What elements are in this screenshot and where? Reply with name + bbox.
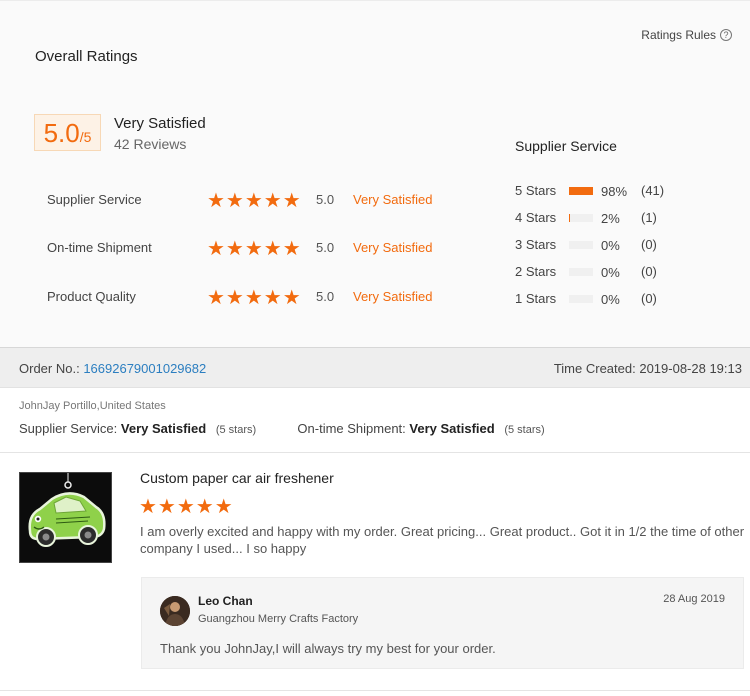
order-time-group: Time Created: 2019-08-28 19:13	[554, 361, 742, 376]
buyer-shipment-stars: (5 stars)	[504, 424, 545, 436]
distribution-count: (0)	[641, 237, 657, 252]
distribution-label: 5 Stars	[515, 183, 557, 198]
star-distribution-row: 4 Stars 2% (1)	[515, 210, 735, 228]
distribution-percent: 0%	[601, 292, 620, 307]
overall-score-box: 5.0 /5	[34, 114, 101, 151]
order-header-bar: Order No.: 16692679001029682 Time Create…	[0, 347, 750, 388]
distribution-percent: 0%	[601, 265, 620, 280]
divider	[0, 690, 750, 691]
time-created-value: 2019-08-28 19:13	[639, 361, 742, 376]
review-star-icon: ★★★★★	[139, 496, 234, 518]
star-rating-icon: ★★★★★	[207, 287, 302, 309]
order-number-group: Order No.: 16692679001029682	[19, 361, 206, 376]
rating-value: 5.0	[316, 192, 335, 207]
ratings-rules-link[interactable]: Ratings Rules ?	[641, 28, 732, 42]
star-distribution-row: 3 Stars 0% (0)	[515, 237, 735, 255]
reply-date: 28 Aug 2019	[663, 593, 725, 605]
car-air-freshener-image	[20, 473, 111, 562]
distribution-bar-fill	[569, 187, 593, 195]
rating-label: Supplier Service	[47, 192, 142, 207]
time-created-label: Time Created:	[553, 361, 636, 376]
avatar-photo-icon	[160, 596, 190, 626]
distribution-label: 4 Stars	[515, 210, 557, 225]
star-rating-icon: ★★★★★	[207, 190, 302, 212]
distribution-label: 3 Stars	[515, 237, 557, 252]
distribution-bar-track	[569, 268, 593, 276]
supplier-service-title: Supplier Service	[515, 138, 617, 154]
star-distribution-row: 2 Stars 0% (0)	[515, 264, 735, 282]
buyer-supplier-stars: (5 stars)	[215, 424, 257, 436]
rating-word: Very Satisfied	[353, 289, 433, 304]
overall-ratings-panel: Overall Ratings Ratings Rules ? 5.0 /5 V…	[0, 0, 750, 347]
ratings-rules-label: Ratings Rules	[641, 28, 716, 42]
divider	[0, 452, 750, 453]
overall-score-suffix: /5	[79, 129, 92, 145]
product-title[interactable]: Custom paper car air freshener	[140, 470, 334, 486]
order-number-label: Order No.:	[19, 361, 80, 376]
product-thumbnail[interactable]	[19, 472, 112, 563]
distribution-bar-track	[569, 241, 593, 249]
avatar	[160, 596, 190, 626]
distribution-percent: 0%	[601, 238, 620, 253]
rating-value: 5.0	[316, 289, 335, 304]
buyer-supplier-label: Supplier Service:	[19, 421, 118, 436]
distribution-count: (0)	[641, 264, 657, 279]
rating-value: 5.0	[316, 240, 335, 255]
reply-author-company: Guangzhou Merry Crafts Factory	[198, 613, 359, 625]
review-comment: I am overly excited and happy with my or…	[140, 524, 745, 556]
distribution-label: 1 Stars	[515, 291, 557, 306]
overall-ratings-title: Overall Ratings	[35, 48, 138, 65]
distribution-label: 2 Stars	[515, 264, 557, 279]
buyer-shipment-value: Very Satisfied	[409, 421, 495, 436]
rating-word: Very Satisfied	[353, 192, 433, 207]
distribution-bar-track	[569, 214, 593, 222]
distribution-count: (0)	[641, 291, 657, 306]
rating-label: Product Quality	[47, 289, 136, 304]
distribution-percent: 98%	[601, 184, 628, 199]
reply-text: Thank you JohnJay,I will always try my b…	[160, 641, 496, 656]
order-number-link[interactable]: 16692679001029682	[83, 361, 206, 376]
star-rating-icon: ★★★★★	[207, 238, 302, 260]
rating-row-supplier-service: Supplier Service ★★★★★ 5.0 Very Satisfie…	[47, 190, 467, 212]
distribution-bar-track	[569, 295, 593, 303]
buyer-supplier-value: Very Satisfied	[120, 421, 207, 436]
distribution-count: (41)	[641, 183, 665, 198]
distribution-bar-track	[569, 187, 593, 195]
distribution-count: (1)	[641, 210, 657, 225]
supplier-reply: Leo Chan Guangzhou Merry Crafts Factory …	[141, 577, 744, 669]
overall-satisfaction: Very Satisfied	[114, 115, 206, 132]
rating-row-on-time-shipment: On-time Shipment ★★★★★ 5.0 Very Satisfie…	[47, 238, 467, 260]
rating-label: On-time Shipment	[47, 240, 152, 255]
rating-word: Very Satisfied	[353, 240, 433, 255]
buyer-ratings-line: Supplier Service: Very Satisfied (5 star…	[19, 421, 545, 436]
buyer-shipment-label: On-time Shipment:	[297, 421, 406, 436]
distribution-percent: 2%	[601, 211, 620, 226]
buyer-name-location: JohnJay Portillo,United States	[19, 400, 166, 412]
overall-score: 5.0	[43, 118, 80, 148]
star-distribution-row: 5 Stars 98% (41)	[515, 183, 735, 201]
help-icon[interactable]: ?	[720, 29, 732, 41]
star-distribution-row: 1 Stars 0% (0)	[515, 291, 735, 309]
rating-row-product-quality: Product Quality ★★★★★ 5.0 Very Satisfied	[47, 287, 467, 309]
review-count: 42 Reviews	[114, 136, 187, 152]
reply-author-name: Leo Chan	[198, 594, 253, 608]
